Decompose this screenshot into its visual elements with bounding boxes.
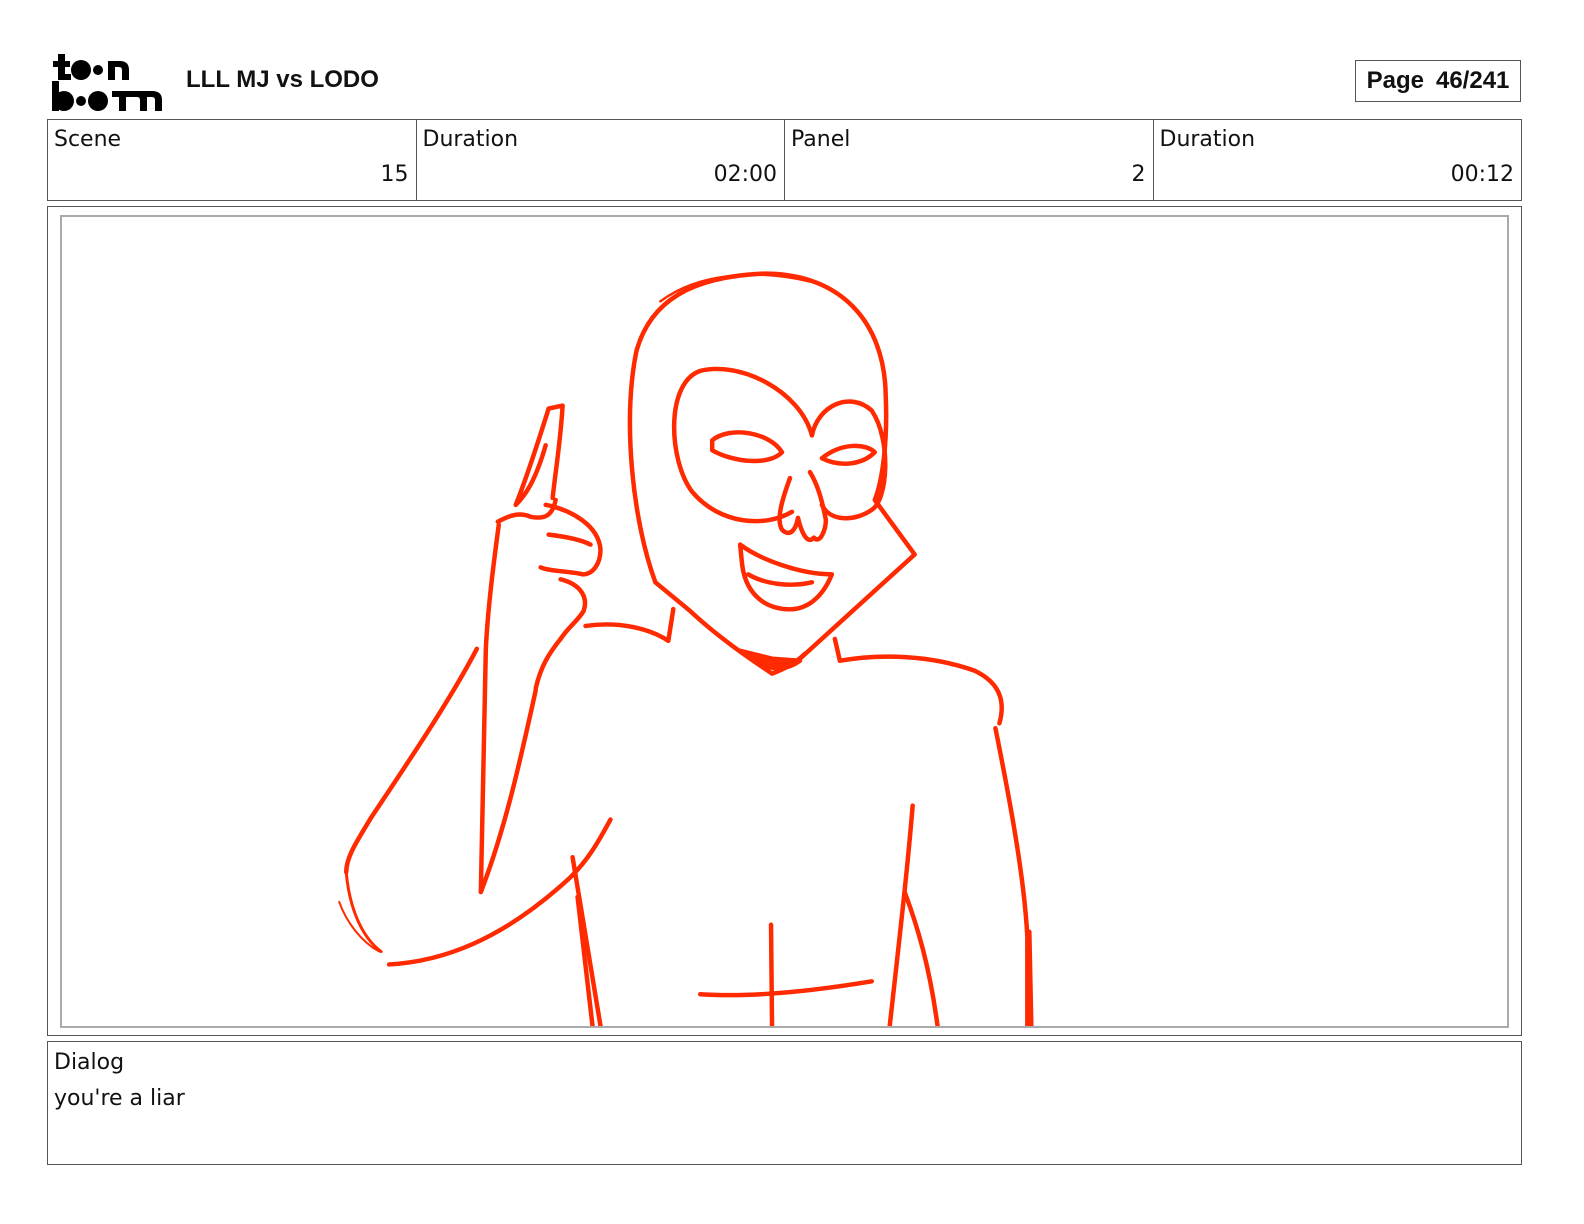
panel-value: 2 (1131, 162, 1146, 187)
panel-duration-label: Duration (1159, 127, 1256, 152)
storyboard-panel (60, 215, 1509, 1028)
panel-duration-value: 00:12 (1450, 162, 1514, 187)
scene-cell: Scene 15 (48, 120, 417, 200)
panel-label: Panel (791, 127, 851, 152)
page-indicator: Page 46/241 (1355, 60, 1521, 102)
character-sketch (338, 271, 1034, 1026)
dialog-box: Dialog you're a liar (47, 1041, 1522, 1165)
dialog-text: you're a liar (54, 1086, 185, 1111)
scene-duration-label: Duration (422, 127, 519, 152)
panel-duration-cell: Duration 00:12 (1154, 120, 1522, 200)
page-label: Page (1366, 67, 1424, 94)
scene-value: 15 (380, 162, 409, 187)
dialog-label: Dialog (54, 1050, 125, 1075)
panel-cell: Panel 2 (785, 120, 1154, 200)
storyboard-panel-frame (47, 206, 1522, 1036)
info-table: Scene 15 Duration 02:00 Panel 2 Duration… (47, 119, 1522, 201)
document-title: LLL MJ vs LODO (186, 66, 379, 93)
toon-boom-logo: toon (50, 50, 165, 114)
scene-duration-cell: Duration 02:00 (417, 120, 785, 200)
scene-label: Scene (54, 127, 122, 152)
page-number: 46/241 (1435, 67, 1510, 94)
scene-duration-value: 02:00 (713, 162, 777, 187)
